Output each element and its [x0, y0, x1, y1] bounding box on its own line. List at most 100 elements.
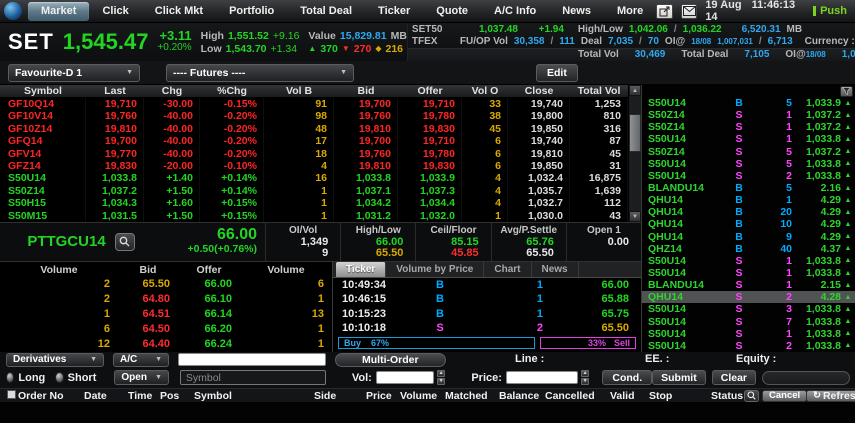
price-stepper[interactable]: ▲ ▼	[580, 370, 590, 386]
edit-button[interactable]: Edit	[536, 63, 578, 82]
trade-feed-row[interactable]: BLANDU14 B 5 2.16 ▲	[642, 182, 855, 194]
tab-news[interactable]: News	[549, 0, 604, 22]
trade-feed-row[interactable]: S50Z14 S 1 1,037.2 ▲	[642, 121, 855, 133]
trade-feed-row[interactable]: QHU14 B 9 4.29 ▲	[642, 231, 855, 243]
market-type-select[interactable]: Derivatives ▼	[6, 352, 104, 367]
trade-feed-row[interactable]: BLANDU14 S 1 2.15 ▲	[642, 279, 855, 291]
quote-row[interactable]: S50M15 1,031.5 +1.50 +0.15% 1 1,031.2 1,032.0 1…	[0, 209, 628, 222]
select-all-checkbox[interactable]	[7, 389, 16, 399]
col-symbol[interactable]: Symbol	[0, 85, 86, 98]
tab-portfolio[interactable]: Portfolio	[216, 0, 287, 22]
col-chg[interactable]: Chg	[144, 85, 200, 98]
tab-click-mkt[interactable]: Click Mkt	[142, 0, 216, 22]
trade-feed-row[interactable]: QHU14 B 1 4.29 ▲	[642, 194, 855, 206]
symbol-search-button[interactable]	[114, 232, 135, 251]
refresh-button[interactable]: ↻Refresh	[806, 389, 855, 402]
price-input[interactable]	[505, 371, 578, 385]
vol-input[interactable]	[375, 371, 434, 385]
depth-row[interactable]: 1 64.51 66.14 13	[0, 307, 332, 322]
filter-funnel-icon[interactable]	[840, 85, 853, 97]
tab-more[interactable]: More	[604, 0, 656, 22]
mail-icon[interactable]	[680, 3, 698, 19]
category-select[interactable]: ---- Futures ---- ▼	[166, 63, 354, 82]
tab-click[interactable]: Click	[89, 0, 141, 22]
trade-feed-row[interactable]: S50U14 B 5 1,033.9 ▲	[642, 97, 855, 109]
quote-row[interactable]: GF10Q14 19,710 -30.00 -0.15% 91 19,700 19,710 3…	[0, 98, 628, 111]
ticker-row[interactable]: 10:10:18 S 2 65.50	[333, 321, 641, 336]
tab-ticker[interactable]: Ticker	[365, 0, 423, 22]
col-last[interactable]: Last	[86, 85, 144, 98]
quote-row[interactable]: GF10V14 19,760 -40.00 -0.20% 98 19,760 19,780 3…	[0, 110, 628, 123]
depth-row[interactable]: 6 64.50 66.20 1	[0, 322, 332, 337]
depth-row[interactable]: 2 64.80 66.10 1	[0, 292, 332, 307]
trade-feed-row[interactable]: S50U14 S 1 1,033.8 ▲	[642, 328, 855, 340]
trade-feed-row[interactable]: S50U14 S 2 1,033.8 ▲	[642, 170, 855, 182]
account-input[interactable]	[178, 353, 326, 367]
col-pchg[interactable]: %Chg	[200, 85, 264, 98]
trade-feed-row[interactable]: S50U14 S 5 1,033.8 ▲	[642, 158, 855, 170]
trade-feed-row[interactable]: QHU14 S 2 4.28 ▲	[642, 291, 855, 304]
tab-market[interactable]: Market	[28, 1, 90, 21]
ticker-row[interactable]: 10:15:23 B 1 65.75	[333, 307, 641, 322]
trade-feed-row[interactable]: QHU14 B 20 4.29 ▲	[642, 206, 855, 218]
multi-order-button[interactable]: Multi-Order	[335, 352, 446, 367]
stepper-down-icon[interactable]: ▼	[580, 378, 590, 386]
col-bid[interactable]: Bid	[334, 85, 398, 98]
tab-total-deal[interactable]: Total Deal	[287, 0, 365, 22]
quote-row[interactable]: GFQ14 19,700 -40.00 -0.20% 17 19,700 19,710 6 19…	[0, 135, 628, 148]
scroll-down-icon[interactable]: ▼	[629, 210, 641, 222]
ticker-tab-chart[interactable]: Chart	[484, 261, 532, 277]
position-select[interactable]: Open ▼	[114, 370, 169, 386]
quote-row[interactable]: GFZ14 19,830 -20.00 -0.10% 4 19,810 19,830 6 19,…	[0, 159, 628, 173]
scroll-up-icon[interactable]: ▲	[629, 85, 641, 96]
vol-stepper[interactable]: ▲ ▼	[436, 370, 446, 386]
trade-feed-row[interactable]: S50Z14 S 5 1,037.2 ▲	[642, 146, 855, 158]
tab-a-c-info[interactable]: A/C Info	[481, 0, 549, 22]
tab-quote[interactable]: Quote	[423, 0, 481, 22]
trade-feed-row[interactable]: S50U14 S 1 1,033.8 ▲	[642, 255, 855, 267]
trade-feed-row[interactable]: S50Z14 S 1 1,037.2 ▲	[642, 109, 855, 121]
stepper-up-icon[interactable]: ▲	[436, 370, 446, 378]
stepper-up-icon[interactable]: ▲	[580, 370, 590, 378]
ticker-row[interactable]: 10:49:34 B 1 66.00	[333, 278, 641, 293]
col-volb[interactable]: Vol B	[264, 85, 334, 98]
equity-value-field[interactable]	[762, 370, 850, 385]
favourite-select[interactable]: Favourite-D 1 ▼	[8, 63, 140, 82]
table-scrollbar[interactable]: ▲ ▼	[628, 85, 641, 222]
col-offer[interactable]: Offer	[398, 85, 462, 98]
trade-feed-row[interactable]: S50U14 S 2 1,033.8 ▲	[642, 340, 855, 352]
short-radio[interactable]	[55, 372, 64, 384]
quote-row[interactable]: GFV14 19,770 -40.00 -0.20% 18 19,760 19,780 6 19…	[0, 147, 628, 160]
col-totalvol[interactable]: Total Vol	[570, 85, 628, 98]
depth-row[interactable]: 2 65.50 66.00 6	[0, 277, 332, 292]
account-select[interactable]: A/C ▼	[113, 352, 169, 367]
symbol-input[interactable]	[179, 370, 326, 386]
order-search-icon[interactable]	[744, 389, 759, 402]
quote-row[interactable]: S50U14 1,033.8 +1.40 +0.14% 16 1,033.8 1,033.9…	[0, 172, 628, 185]
trade-feed-row[interactable]: QHZ14 B 40 4.37 ▲	[642, 243, 855, 255]
ticker-tab-news[interactable]: News	[532, 261, 579, 277]
quote-row[interactable]: GF10Z14 19,810 -40.00 -0.20% 48 19,810 19,830 4…	[0, 122, 628, 136]
stepper-down-icon[interactable]: ▼	[436, 378, 446, 386]
long-radio[interactable]	[6, 372, 15, 384]
ticker-tab-ticker[interactable]: Ticker	[336, 261, 387, 277]
quote-row[interactable]: S50H15 1,034.3 +1.60 +0.15% 1 1,034.2 1,034.4 4…	[0, 197, 628, 210]
condition-button[interactable]: Cond.	[602, 370, 653, 386]
trade-feed-row[interactable]: S50U14 S 1 1,033.8 ▲	[642, 267, 855, 279]
depth-row[interactable]: 12 64.40 66.24 1	[0, 337, 332, 352]
trade-feed-row[interactable]: S50U14 S 1 1,033.8 ▲	[642, 133, 855, 145]
export-icon[interactable]	[656, 3, 673, 19]
submit-button[interactable]: Submit	[652, 370, 706, 386]
cancel-button[interactable]: Cancel	[762, 389, 808, 402]
col-close[interactable]: Close	[508, 85, 570, 98]
col-volo[interactable]: Vol O	[462, 85, 508, 98]
trade-feed-row[interactable]: QHU14 B 10 4.29 ▲	[642, 218, 855, 230]
push-button[interactable]: Push	[803, 5, 847, 17]
quote-row[interactable]: S50Z14 1,037.2 +1.50 +0.14% 1 1,037.1 1,037.3 4…	[0, 184, 628, 198]
trade-feed-row[interactable]: S50U14 S 3 1,033.8 ▲	[642, 303, 855, 315]
trade-feed-row[interactable]: S50U14 S 7 1,033.8 ▲	[642, 316, 855, 328]
ticker-row[interactable]: 10:46:15 B 1 65.88	[333, 292, 641, 307]
ticker-tab-volume-by-price[interactable]: Volume by Price	[386, 261, 485, 277]
scroll-thumb[interactable]	[629, 114, 641, 152]
clear-button[interactable]: Clear	[711, 370, 756, 386]
